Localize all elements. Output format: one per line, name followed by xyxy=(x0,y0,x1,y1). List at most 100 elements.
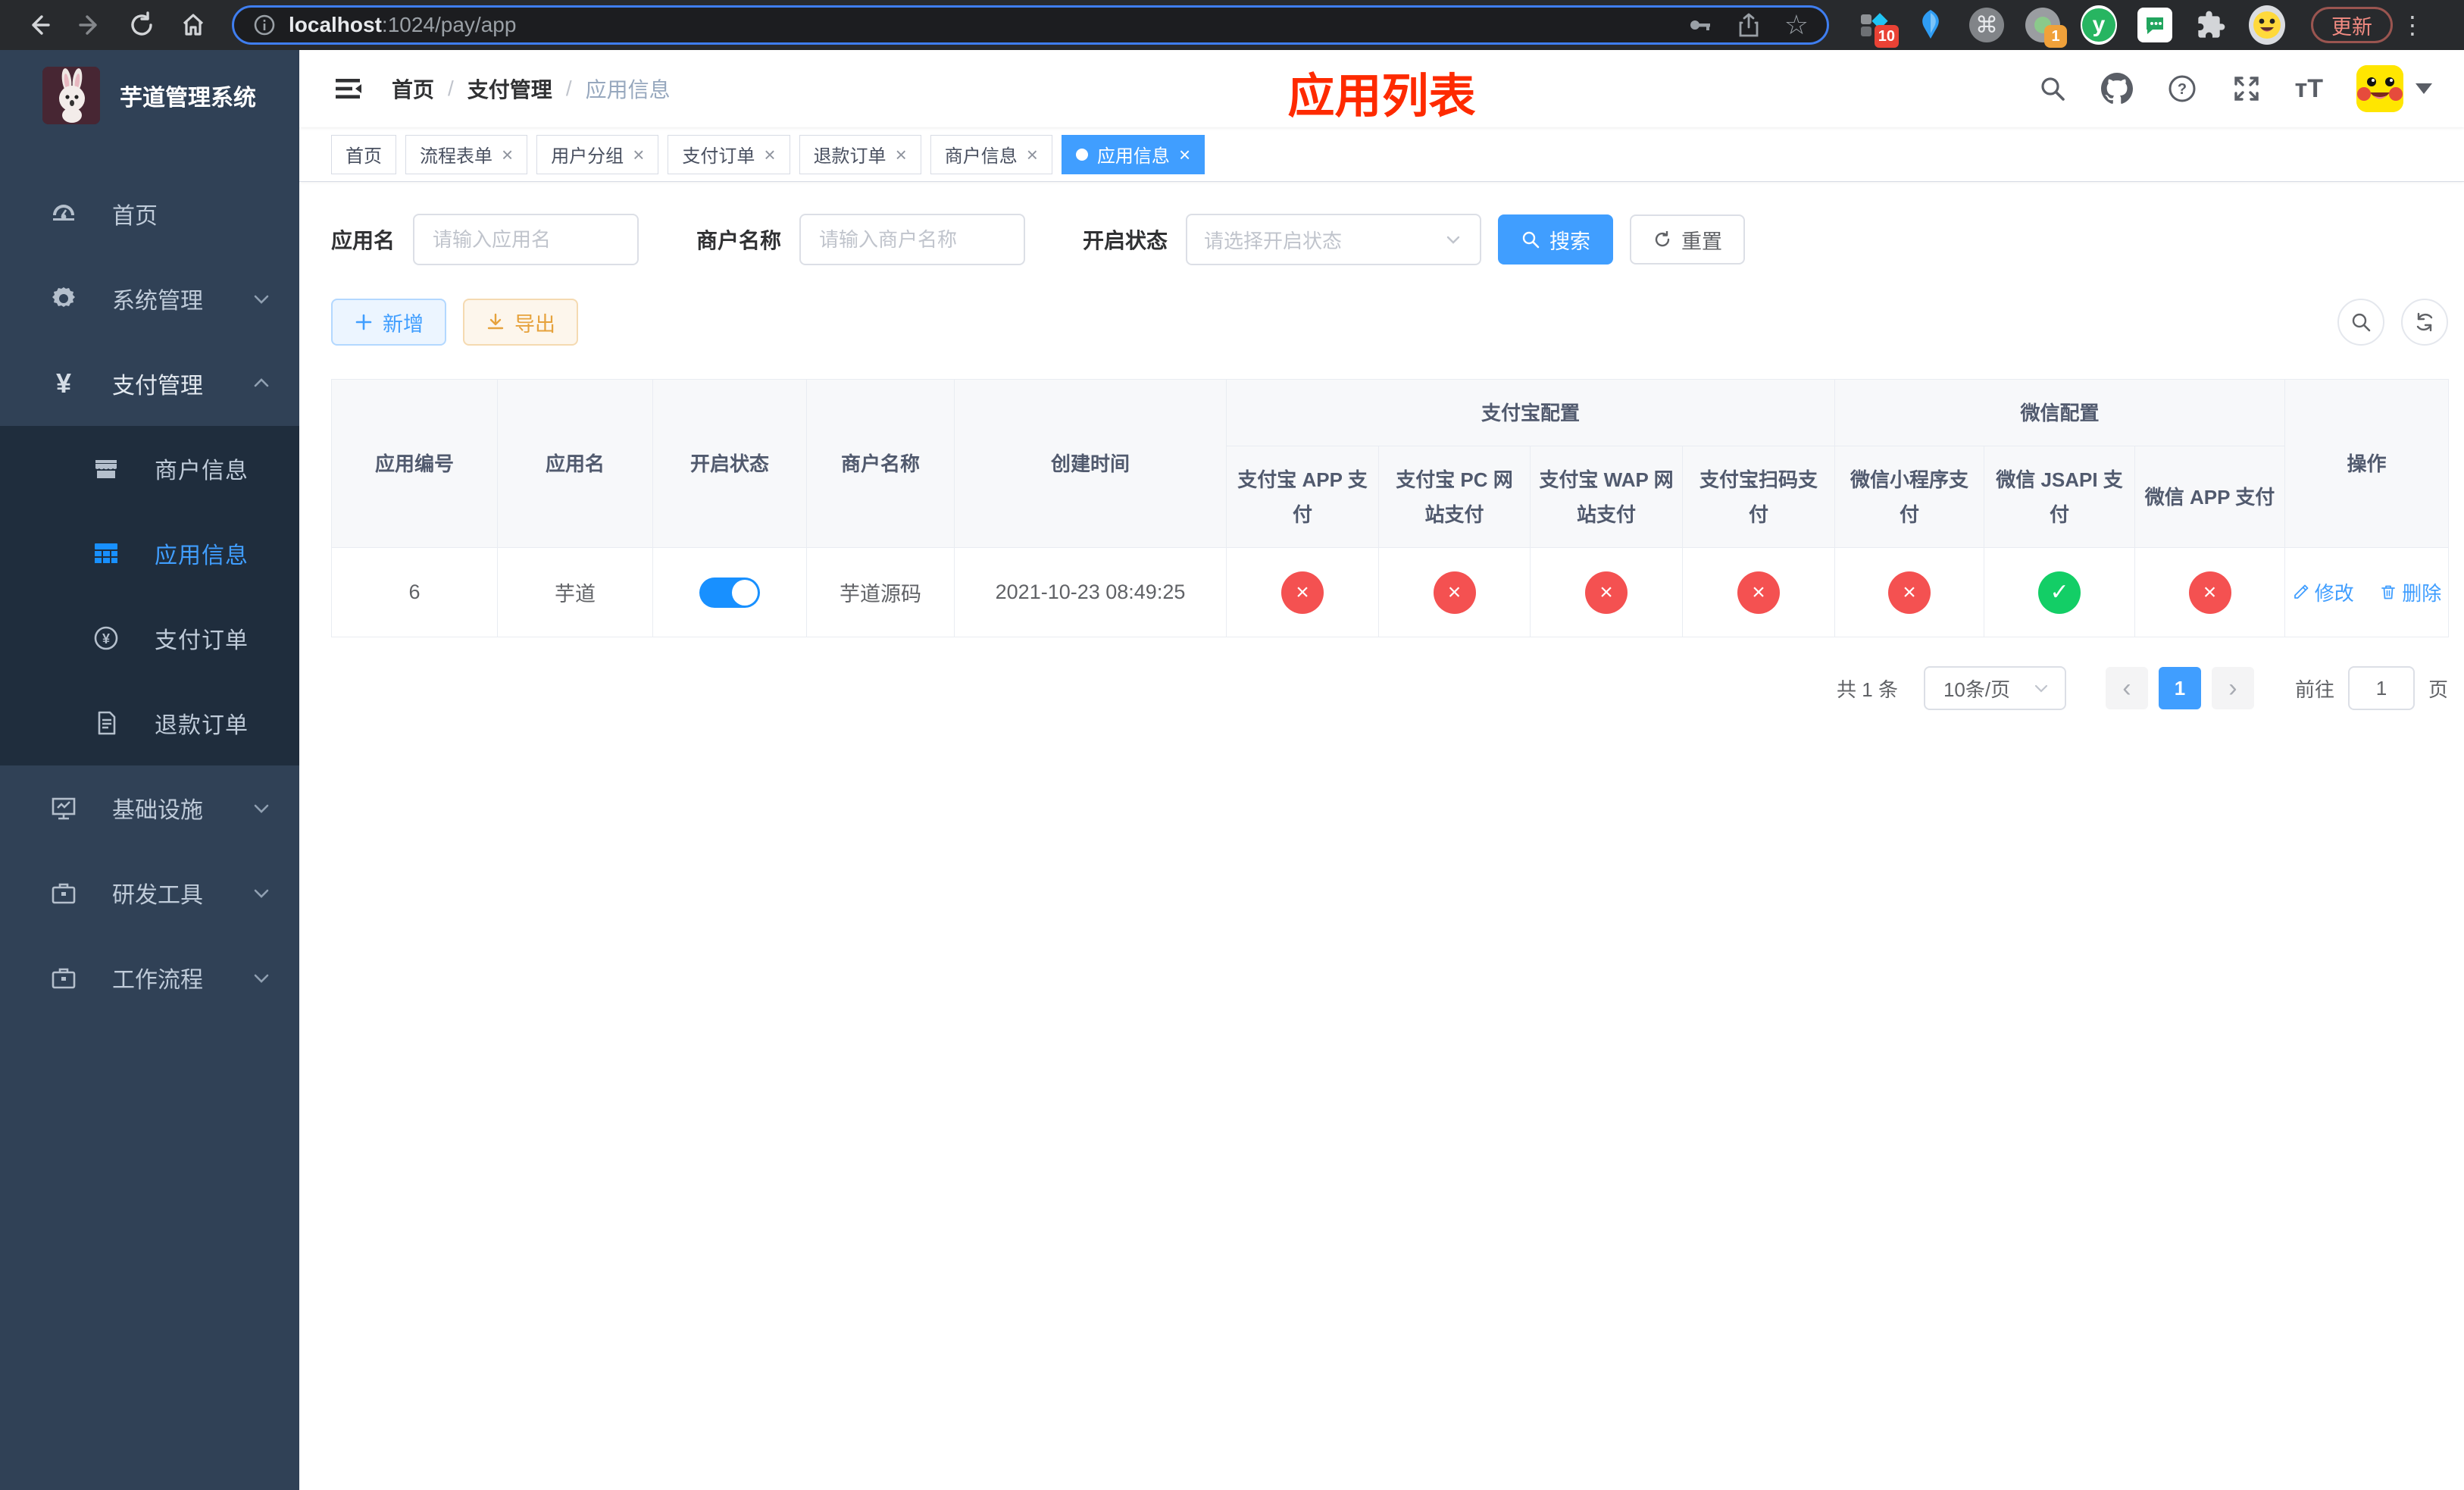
monitor-icon xyxy=(48,794,79,822)
tab-refund-order[interactable]: 退款订单 × xyxy=(799,134,921,174)
export-button[interactable]: 导出 xyxy=(463,299,578,346)
yen-circle-icon: ¥ xyxy=(91,624,121,653)
col-alipay-app: 支付宝 APP 支付 xyxy=(1226,446,1379,548)
browser-home-icon[interactable] xyxy=(170,5,217,45)
tab-label: 应用信息 xyxy=(1096,146,1170,167)
sidebar-logo[interactable]: 芋道管理系统 xyxy=(0,50,299,141)
extension-recorder-icon[interactable]: 1 xyxy=(2025,7,2067,48)
close-icon[interactable]: × xyxy=(896,145,907,164)
tab-label: 商户信息 xyxy=(944,146,1018,167)
browser-back-icon[interactable] xyxy=(15,5,62,45)
tab-pay-order[interactable]: 支付订单 × xyxy=(668,134,790,174)
cell-alipay-pc: × xyxy=(1378,547,1531,637)
tab-user-group[interactable]: 用户分组 × xyxy=(536,134,659,174)
sidebar-item-label: 工作流程 xyxy=(112,968,203,993)
url-host: localhost xyxy=(289,13,382,36)
chevron-down-icon xyxy=(251,797,272,819)
sidebar-item-label: 支付管理 xyxy=(112,374,203,399)
command-glyph: ⌘ xyxy=(1975,12,1998,38)
browser-reload-icon[interactable] xyxy=(118,5,165,45)
sidebar-item-refund-order[interactable]: 退款订单 xyxy=(0,681,299,765)
dashboard-icon xyxy=(48,199,79,228)
show-search-button[interactable] xyxy=(2337,299,2384,346)
search-button[interactable]: 搜索 xyxy=(1498,214,1614,265)
breadcrumb-current: 应用信息 xyxy=(585,78,671,102)
password-key-icon[interactable] xyxy=(1686,11,1713,39)
sidebar-item-label: 商户信息 xyxy=(155,459,249,484)
prev-page-button[interactable]: ‹ xyxy=(2105,667,2148,709)
sidebar-item-pay[interactable]: ¥ 支付管理 xyxy=(0,341,299,426)
browser-toolbar: localhost:1024/pay/app ☆ 10 ⌘ 1 y 更新 ⋮ xyxy=(0,0,2464,50)
open-status-select[interactable]: 请选择开启状态 xyxy=(1186,214,1482,265)
open-status-toggle[interactable] xyxy=(699,577,760,608)
sidebar-item-merchant-info[interactable]: 商户信息 xyxy=(0,426,299,511)
download-icon xyxy=(487,313,504,330)
tab-label: 流程表单 xyxy=(420,146,492,167)
user-menu[interactable] xyxy=(2356,65,2432,112)
address-bar[interactable]: localhost:1024/pay/app ☆ xyxy=(232,5,1829,45)
sidebar-item-devtools[interactable]: 研发工具 xyxy=(0,850,299,935)
close-icon[interactable]: × xyxy=(1179,145,1190,164)
tab-process-form[interactable]: 流程表单 × xyxy=(405,134,528,174)
col-operations: 操作 xyxy=(2284,379,2450,548)
sidebar-item-label: 基础设施 xyxy=(112,798,203,823)
col-app-id: 应用编号 xyxy=(331,379,498,548)
close-icon[interactable]: × xyxy=(633,145,644,164)
extension-y-icon[interactable]: y xyxy=(2081,5,2117,45)
goto-page-input[interactable] xyxy=(2347,666,2415,710)
app-name-input[interactable] xyxy=(413,214,639,265)
chevron-down-icon xyxy=(251,882,272,903)
sidebar-item-system[interactable]: 系统管理 xyxy=(0,256,299,341)
reset-button[interactable]: 重置 xyxy=(1630,214,1746,265)
tab-app-info[interactable]: 应用信息 × xyxy=(1061,134,1205,174)
reset-button-label: 重置 xyxy=(1681,230,1723,253)
site-info-icon[interactable] xyxy=(252,13,277,37)
refresh-table-button[interactable] xyxy=(2401,299,2448,346)
breadcrumb-separator: / xyxy=(565,77,572,100)
close-icon[interactable]: × xyxy=(502,145,513,164)
bookmark-star-icon[interactable]: ☆ xyxy=(1784,9,1809,41)
sidebar-item-pay-order[interactable]: ¥ 支付订单 xyxy=(0,596,299,681)
trash-icon xyxy=(2381,585,2396,599)
top-navbar: 首页 / 支付管理 / 应用信息 应用列表 ? тT xyxy=(299,50,2464,127)
next-page-button[interactable]: › xyxy=(2211,667,2254,709)
share-icon[interactable] xyxy=(1736,12,1762,38)
fullscreen-icon[interactable] xyxy=(2231,74,2262,104)
page-size-select[interactable]: 10条/页 xyxy=(1923,666,2066,710)
close-icon[interactable]: × xyxy=(1027,145,1038,164)
tab-home[interactable]: 首页 xyxy=(331,134,396,174)
add-button[interactable]: 新增 xyxy=(331,299,446,346)
help-icon[interactable]: ? xyxy=(2166,73,2198,105)
browser-profile-avatar[interactable] xyxy=(2249,5,2285,45)
sidebar-item-label: 应用信息 xyxy=(155,543,249,568)
extension-chat-icon[interactable] xyxy=(2137,7,2173,43)
extension-kite-icon[interactable] xyxy=(1912,7,1949,43)
page-number-1[interactable]: 1 xyxy=(2158,667,2201,709)
pay-submenu: 商户信息 应用信息 ¥ 支付订单 退款订单 xyxy=(0,426,299,765)
extensions-puzzle-icon[interactable] xyxy=(2193,7,2229,43)
extension-blocks-icon[interactable]: 10 xyxy=(1856,7,1899,48)
sidebar-item-home[interactable]: 首页 xyxy=(0,171,299,256)
delete-link[interactable]: 删除 xyxy=(2379,578,2441,606)
close-icon[interactable]: × xyxy=(764,145,775,164)
sidebar-item-label: 首页 xyxy=(112,204,158,229)
breadcrumb-home[interactable]: 首页 xyxy=(392,74,434,104)
user-avatar xyxy=(2356,65,2403,112)
extensions-row: 10 ⌘ 1 y xyxy=(1856,5,2285,48)
tab-merchant-info[interactable]: 商户信息 × xyxy=(930,134,1052,174)
sidebar-item-app-info[interactable]: 应用信息 xyxy=(0,511,299,596)
sidebar-item-workflow[interactable]: 工作流程 xyxy=(0,935,299,1020)
extension-command-icon[interactable]: ⌘ xyxy=(1968,7,2005,43)
search-icon[interactable] xyxy=(2037,74,2068,104)
merchant-name-input[interactable] xyxy=(799,214,1026,265)
github-icon[interactable] xyxy=(2100,73,2133,105)
browser-menu-icon[interactable]: ⋮ xyxy=(2397,11,2428,39)
breadcrumb-section[interactable]: 支付管理 xyxy=(467,74,552,104)
sidebar-menu: 首页 系统管理 ¥ 支付管理 商户信息 应用信息 ¥ 支付订单 退款订单 基础设… xyxy=(0,171,299,1020)
sidebar-item-infrastructure[interactable]: 基础设施 xyxy=(0,765,299,850)
sidebar-collapse-icon[interactable] xyxy=(331,72,364,105)
browser-forward-icon[interactable] xyxy=(67,5,114,45)
browser-update-button[interactable]: 更新 xyxy=(2311,7,2393,43)
font-size-icon[interactable]: тT xyxy=(2295,74,2323,104)
edit-link[interactable]: 修改 xyxy=(2292,578,2354,606)
